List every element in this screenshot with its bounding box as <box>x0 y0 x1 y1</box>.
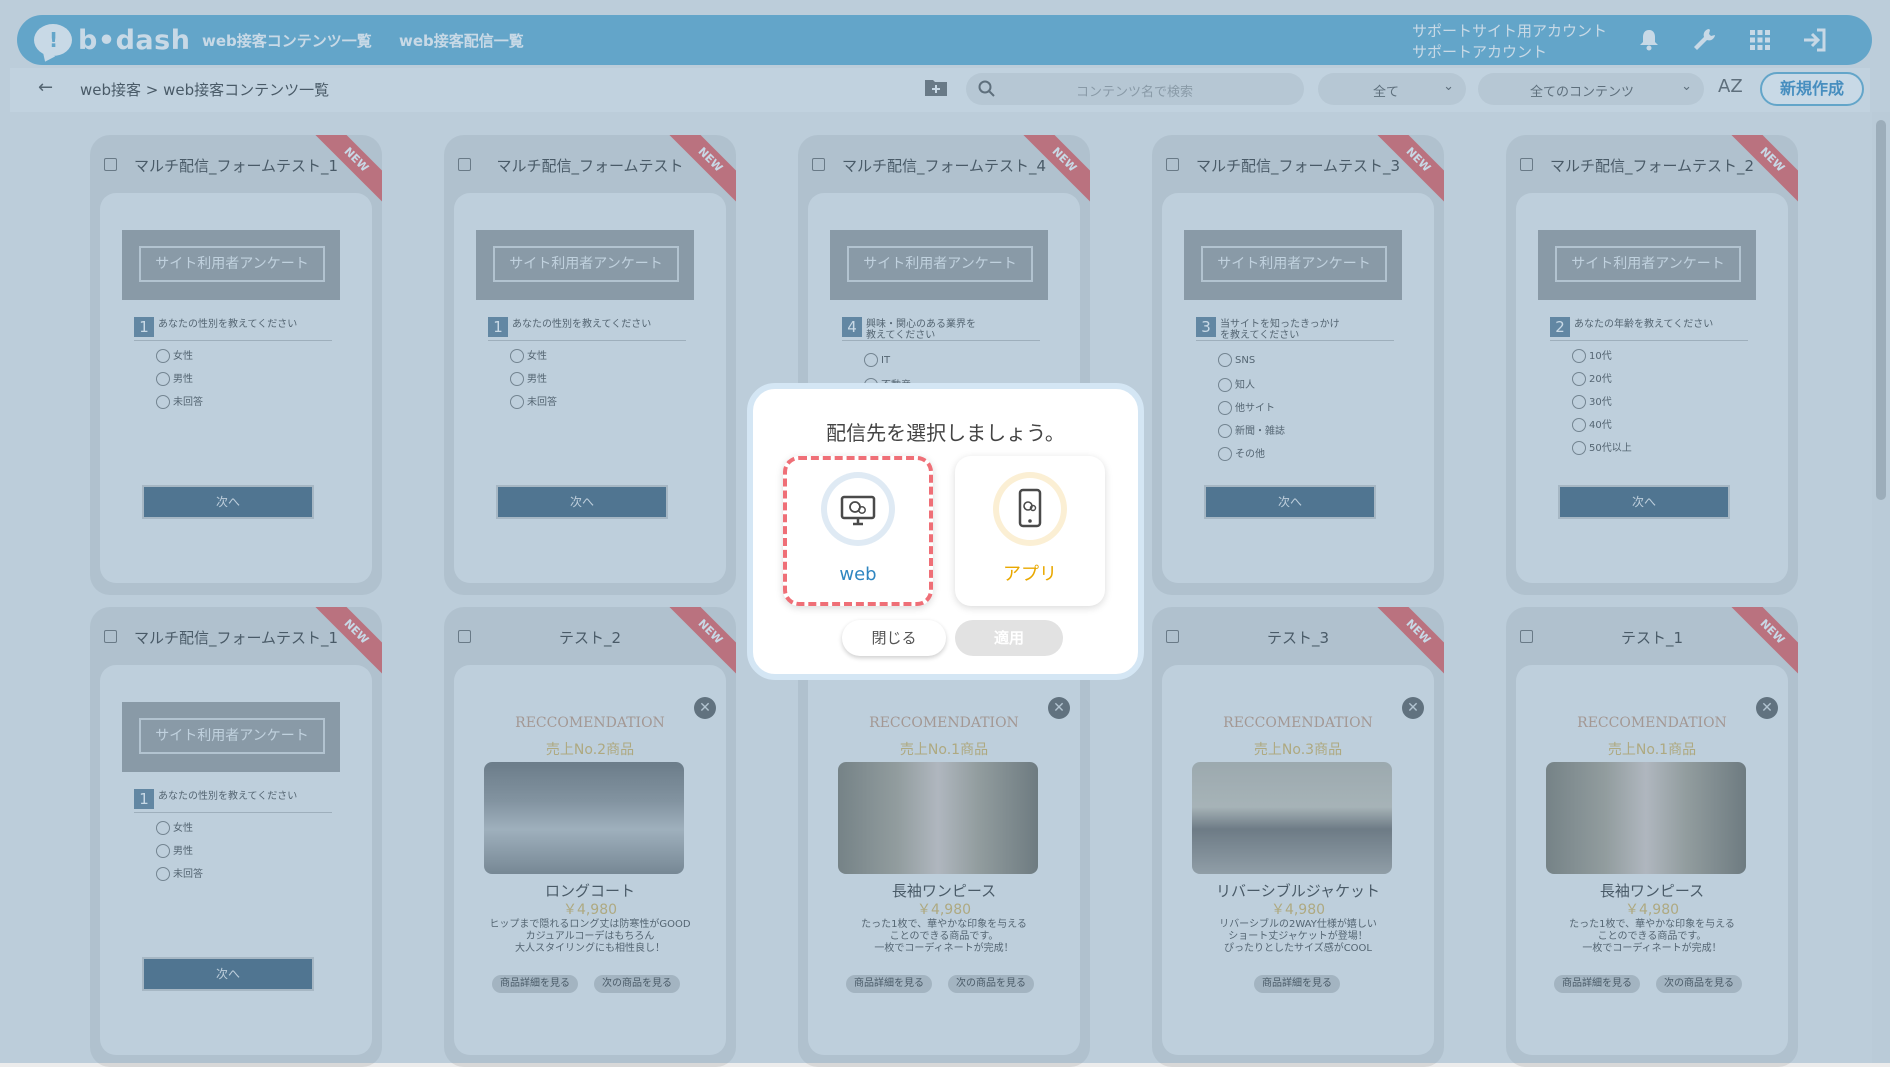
app-option-label: アプリ <box>1003 564 1057 585</box>
app-option[interactable]: アプリ <box>955 456 1105 606</box>
app-icon-circle <box>993 472 1067 546</box>
web-option-label: web <box>839 564 877 585</box>
close-button[interactable]: 閉じる <box>842 620 946 656</box>
monitor-icon <box>827 478 889 540</box>
web-option[interactable]: web <box>783 456 933 606</box>
delivery-target-modal: 配信先を選択しましょう。 web アプリ 閉じる 適用 <box>747 383 1144 680</box>
web-icon-circle <box>821 472 895 546</box>
modal-title: 配信先を選択しましょう。 <box>826 421 1065 445</box>
apply-button[interactable]: 適用 <box>955 620 1063 656</box>
smartphone-icon <box>999 478 1061 540</box>
